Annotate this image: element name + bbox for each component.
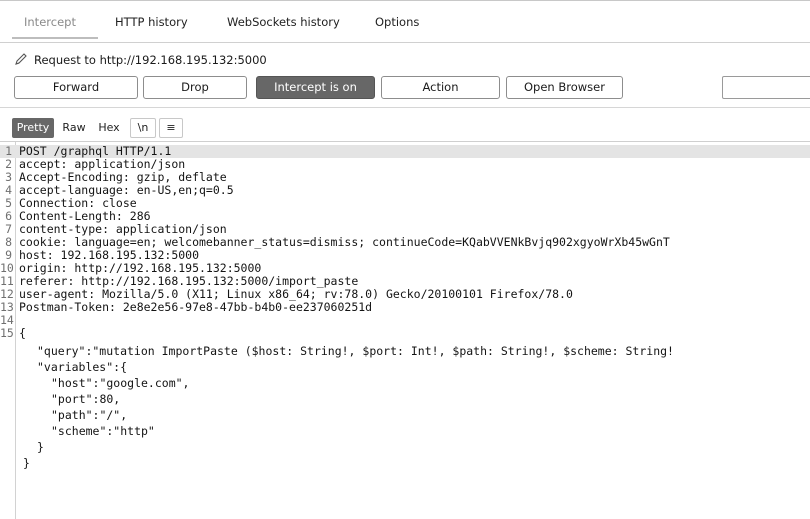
menu-icon[interactable]: ≡	[159, 118, 183, 138]
pencil-icon[interactable]	[14, 52, 28, 66]
open-browser-button[interactable]: Open Browser	[506, 76, 623, 99]
action-button[interactable]: Action	[381, 76, 500, 99]
intercept-toggle-button[interactable]: Intercept is on	[256, 76, 375, 99]
request-editor[interactable]: 1 POST /graphql HTTP/1.1 2 accept: applica…	[0, 142, 810, 519]
body-line: "host":"google.com",	[51, 376, 190, 390]
body-line: }	[23, 456, 30, 470]
body-line: "variables":{	[37, 360, 128, 374]
newline-toggle[interactable]: \n	[130, 118, 156, 138]
header-line: 14	[0, 314, 810, 327]
request-url: http://192.168.195.132:5000	[99, 53, 267, 67]
forward-button[interactable]: Forward	[14, 76, 138, 99]
toolbar-search-field[interactable]	[722, 76, 810, 99]
tab-options[interactable]: Options	[375, 11, 419, 33]
burp-proxy-window: Intercept HTTP history WebSockets histor…	[0, 0, 810, 519]
body-line: "scheme":"http"	[51, 424, 155, 438]
tab-http-history[interactable]: HTTP history	[115, 11, 188, 33]
header-line: 13 Postman-Token: 2e8e2e56-97e8-47bb-b4b0…	[0, 301, 810, 314]
tab-websockets-history[interactable]: WebSockets history	[227, 11, 340, 33]
body-line: }	[37, 440, 44, 454]
active-tab-indicator	[12, 37, 98, 39]
request-prefix: Request to	[34, 53, 100, 67]
body-line: "port":80,	[51, 392, 121, 406]
toolbar-divider	[0, 107, 810, 108]
request-target-line: Request to http://192.168.195.132:5000	[14, 51, 267, 69]
proxy-tab-bar: Intercept HTTP history WebSockets histor…	[0, 0, 810, 43]
line-text: Postman-Token: 2e8e2e56-97e8-47bb-b4b0-e…	[19, 300, 373, 314]
line-text: {	[19, 326, 26, 340]
drop-button[interactable]: Drop	[143, 76, 247, 99]
body-line: "path":"/",	[51, 408, 128, 422]
tab-pretty[interactable]: Pretty	[12, 118, 54, 138]
tab-intercept[interactable]: Intercept	[24, 11, 76, 33]
header-line: 15 {	[0, 327, 810, 340]
tab-bar-divider	[0, 42, 810, 43]
tab-hex[interactable]: Hex	[93, 118, 125, 138]
tab-raw[interactable]: Raw	[57, 118, 91, 138]
body-line: "query":"mutation ImportPaste ($host: St…	[37, 344, 674, 358]
line-number: 15	[0, 326, 14, 340]
